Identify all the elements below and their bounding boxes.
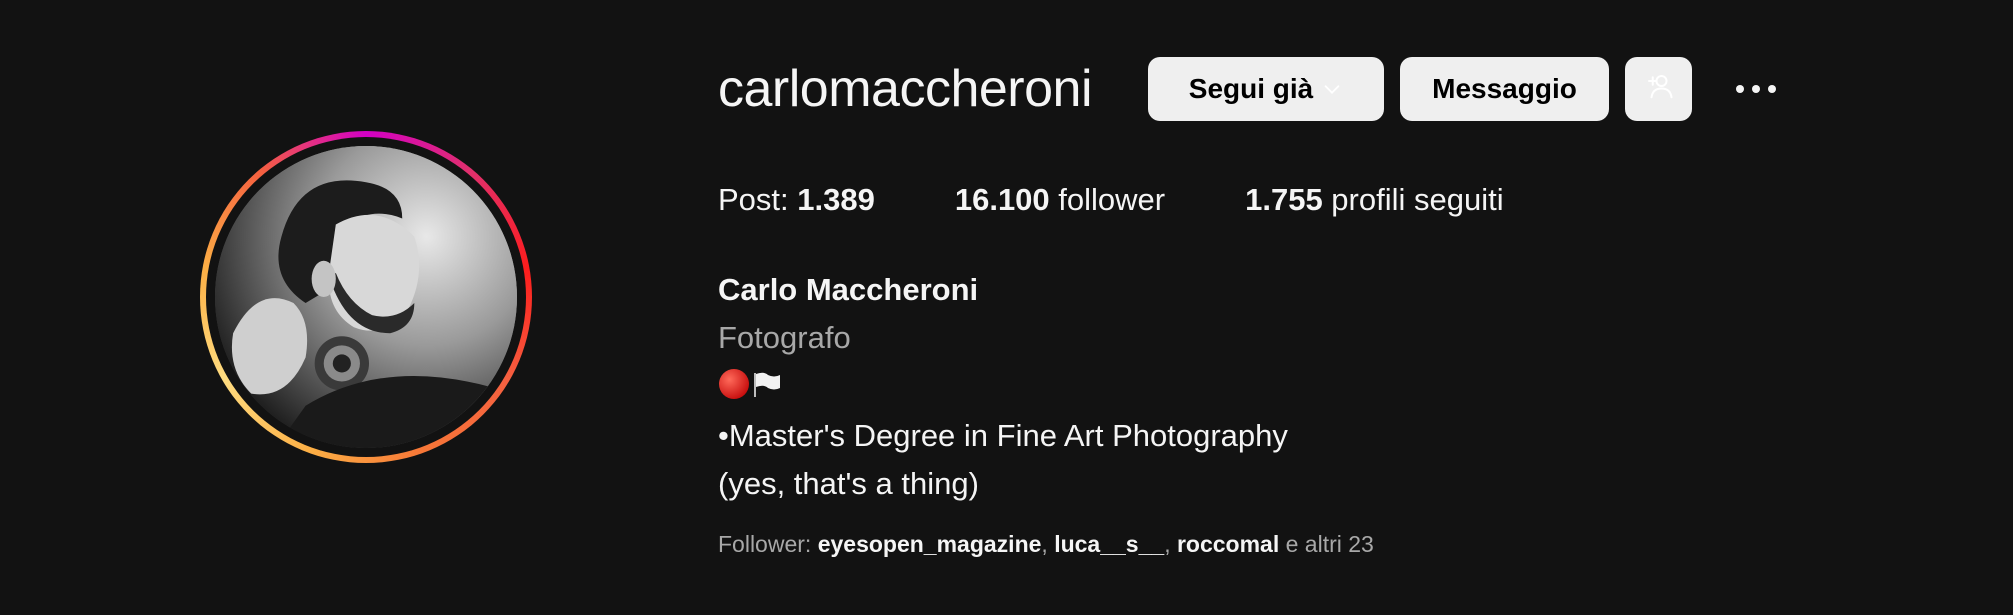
more-options-icon[interactable] (1730, 63, 1782, 115)
message-button-label: Messaggio (1432, 73, 1577, 104)
red-circle-icon (718, 368, 750, 405)
add-user-icon (1644, 71, 1674, 108)
profile-header: carlomaccheroni Segui già Messaggio (718, 56, 1782, 122)
posts-count: Post: 1.389 (718, 182, 875, 217)
following-link[interactable]: 1.755 profili seguiti (1245, 182, 1504, 218)
bio-section: Carlo Maccheroni Fotografo •Master's Deg… (718, 270, 1288, 504)
bio-text-line: (yes, that's a thing) (718, 466, 979, 501)
following-button-label: Segui già (1188, 73, 1314, 104)
story-ring[interactable] (200, 131, 532, 463)
full-name: Carlo Maccheroni (718, 272, 979, 307)
profile-page: carlomaccheroni Segui già Messaggio Post… (0, 0, 2013, 615)
white-flag-icon (750, 368, 782, 405)
follower-account[interactable]: luca__s__ (1054, 531, 1164, 557)
bio-text-line: •Master's Degree in Fine Art Photography (718, 418, 1288, 453)
bio-emoji-line (718, 366, 1288, 406)
message-button[interactable]: Messaggio (1400, 57, 1609, 121)
following-button[interactable]: Segui già (1148, 57, 1384, 121)
username: carlomaccheroni (718, 60, 1093, 118)
suggested-users-button[interactable] (1625, 57, 1692, 121)
avatar[interactable] (215, 146, 517, 448)
follower-account[interactable]: roccomal (1177, 531, 1279, 557)
category-label: Fotografo (718, 320, 851, 355)
avatar-photo (215, 146, 517, 448)
follower-account[interactable]: eyesopen_magazine (818, 531, 1042, 557)
followed-by[interactable]: Follower: eyesopen_magazine, luca__s__, … (718, 531, 1374, 558)
chevron-down-icon (1321, 78, 1343, 100)
profile-stats: Post: 1.389 16.100 follower 1.755 profil… (718, 182, 1504, 218)
followers-link[interactable]: 16.100 follower (955, 182, 1165, 218)
